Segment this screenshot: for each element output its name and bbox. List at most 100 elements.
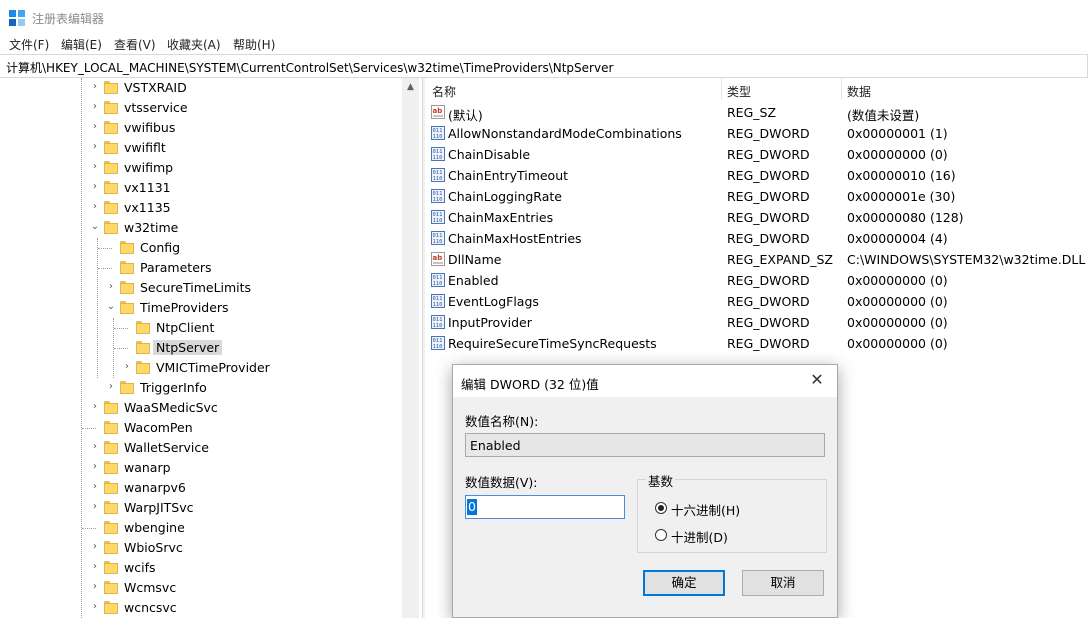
tree-item[interactable]: › WbioSrvc [0, 538, 402, 558]
folder-icon [104, 441, 118, 454]
tree-item-label: TimeProviders [140, 300, 229, 315]
folder-icon [104, 541, 118, 554]
column-header-type[interactable]: 类型 [727, 83, 751, 100]
tree-item[interactable]: › vx1135 [0, 198, 402, 218]
tree-item[interactable]: › WarpJITSvc [0, 498, 402, 518]
expand-chevron-icon[interactable]: › [122, 361, 132, 373]
expand-chevron-icon[interactable]: › [90, 441, 100, 453]
folder-icon [104, 501, 118, 514]
value-row[interactable]: ab (默认) REG_SZ (数值未设置) [425, 102, 1088, 123]
expand-chevron-icon[interactable]: › [90, 561, 100, 573]
expand-chevron-icon[interactable]: › [90, 101, 100, 113]
tree-item[interactable]: ⌄ w32time [0, 218, 402, 238]
tree-item[interactable]: › VMICTimeProvider [0, 358, 402, 378]
registry-editor-icon [9, 10, 25, 26]
value-name-field: Enabled [465, 433, 825, 457]
tree-item[interactable]: Config [0, 238, 402, 258]
collapse-chevron-icon[interactable]: ⌄ [90, 221, 100, 233]
expand-chevron-icon[interactable]: › [90, 581, 100, 593]
tree-item[interactable]: › vx1131 [0, 178, 402, 198]
hex-radio[interactable] [655, 502, 667, 514]
value-row[interactable]: 011 110 InputProvider REG_DWORD 0x00000000 (… [425, 312, 1088, 333]
binary-value-icon: 011110 [431, 336, 445, 350]
expand-chevron-icon[interactable]: › [90, 481, 100, 493]
tree-item[interactable]: › wanarp [0, 458, 402, 478]
collapse-chevron-icon[interactable]: ⌄ [106, 301, 116, 313]
tree-item[interactable]: wbengine [0, 518, 402, 538]
tree-item[interactable]: › VSTXRAID [0, 78, 402, 98]
close-icon[interactable]: ✕ [807, 370, 827, 390]
value-row[interactable]: 011 110 EventLogFlags REG_DWORD 0x00000000 (… [425, 291, 1088, 312]
menu-file[interactable]: 文件(F) [9, 36, 49, 53]
tree-item-label: vtsservice [124, 100, 188, 115]
tree-scrollbar[interactable]: ▲ [402, 78, 419, 618]
expand-chevron-icon[interactable]: › [90, 501, 100, 513]
tree-item[interactable]: › vwififlt [0, 138, 402, 158]
value-row[interactable]: 011 110 ChainDisable REG_DWORD 0x00000000 (0… [425, 144, 1088, 165]
value-row[interactable]: 011 110 ChainMaxHostEntries REG_DWORD 0x0000… [425, 228, 1088, 249]
expand-chevron-icon[interactable]: › [90, 201, 100, 213]
tree-item[interactable]: › TriggerInfo [0, 378, 402, 398]
menu-view[interactable]: 查看(V) [114, 36, 156, 53]
expand-chevron-icon[interactable]: › [90, 181, 100, 193]
value-row[interactable]: 011 110 ChainLoggingRate REG_DWORD 0x0000001… [425, 186, 1088, 207]
expand-chevron-icon[interactable]: › [90, 541, 100, 553]
value-type-cell: REG_DWORD [727, 294, 810, 309]
tree-item-label: SecureTimeLimits [140, 280, 252, 295]
tree-item[interactable]: › WalletService [0, 438, 402, 458]
expand-chevron-icon[interactable]: › [106, 381, 116, 393]
hex-radio-label[interactable]: 十六进制(H) [671, 500, 740, 519]
folder-icon [120, 381, 134, 394]
tree-item[interactable]: › vwifimp [0, 158, 402, 178]
folder-icon [136, 321, 150, 334]
tree-item[interactable]: WacomPen [0, 418, 402, 438]
expand-chevron-icon[interactable]: › [90, 161, 100, 173]
tree-item[interactable]: › vwifibus [0, 118, 402, 138]
value-type-cell: REG_EXPAND_SZ [727, 252, 833, 267]
tree-item[interactable]: › wanarpv6 [0, 478, 402, 498]
decimal-radio[interactable] [655, 529, 667, 541]
expand-chevron-icon[interactable]: › [90, 401, 100, 413]
cancel-button[interactable]: 取消 [742, 570, 824, 596]
tree-item[interactable]: NtpClient [0, 318, 402, 338]
menu-help[interactable]: 帮助(H) [233, 36, 275, 53]
scroll-up-arrow-icon[interactable]: ▲ [402, 82, 419, 96]
menu-edit[interactable]: 编辑(E) [61, 36, 102, 53]
value-row[interactable]: 011 110 RequireSecureTimeSyncRequests REG_D… [425, 333, 1088, 354]
expand-chevron-icon[interactable]: › [90, 601, 100, 613]
expand-chevron-icon[interactable]: › [90, 121, 100, 133]
decimal-radio-label[interactable]: 十进制(D) [671, 527, 728, 546]
tree-item[interactable]: Parameters [0, 258, 402, 278]
column-header-data[interactable]: 数据 [847, 83, 871, 100]
address-bar[interactable]: 计算机\HKEY_LOCAL_MACHINE\SYSTEM\CurrentCon… [0, 54, 1088, 78]
value-row[interactable]: ab DllName REG_EXPAND_SZ C:\WINDOWS\SYSTEM3… [425, 249, 1088, 270]
value-row[interactable]: 011 110 Enabled REG_DWORD 0x00000000 (0) [425, 270, 1088, 291]
value-type-cell: REG_DWORD [727, 231, 810, 246]
expand-chevron-icon[interactable]: › [90, 81, 100, 93]
value-name-cell: DllName [448, 252, 502, 267]
value-row[interactable]: 011 110 ChainMaxEntries REG_DWORD 0x00000080… [425, 207, 1088, 228]
value-row[interactable]: 011 110 ChainEntryTimeout REG_DWORD 0x000000… [425, 165, 1088, 186]
value-data-input[interactable] [465, 495, 625, 519]
column-header-name[interactable]: 名称 [432, 83, 456, 100]
expand-chevron-icon[interactable]: › [90, 141, 100, 153]
tree-item[interactable]: NtpServer [0, 338, 402, 358]
column-divider[interactable] [721, 78, 722, 100]
tree-item[interactable]: › wcifs [0, 558, 402, 578]
tree-item[interactable]: ⌄ TimeProviders [0, 298, 402, 318]
tree-item-label: WbioSrvc [124, 540, 183, 555]
value-data-cell: 0x00000000 (0) [847, 147, 948, 162]
ok-button[interactable]: 确定 [643, 570, 725, 596]
column-divider[interactable] [841, 78, 842, 100]
menu-favorites[interactable]: 收藏夹(A) [167, 36, 221, 53]
expand-chevron-icon[interactable]: › [90, 461, 100, 473]
tree-item[interactable]: › WaaSMedicSvc [0, 398, 402, 418]
tree-item[interactable]: › wcncsvc [0, 598, 402, 618]
tree-item[interactable]: › SecureTimeLimits [0, 278, 402, 298]
string-value-icon: ab [431, 105, 445, 119]
value-row[interactable]: 011 110 AllowNonstandardModeCombinations RE… [425, 123, 1088, 144]
expand-chevron-icon[interactable]: › [106, 281, 116, 293]
tree-item-label: wbengine [124, 520, 185, 535]
tree-item[interactable]: › Wcmsvc [0, 578, 402, 598]
tree-item[interactable]: › vtsservice [0, 98, 402, 118]
